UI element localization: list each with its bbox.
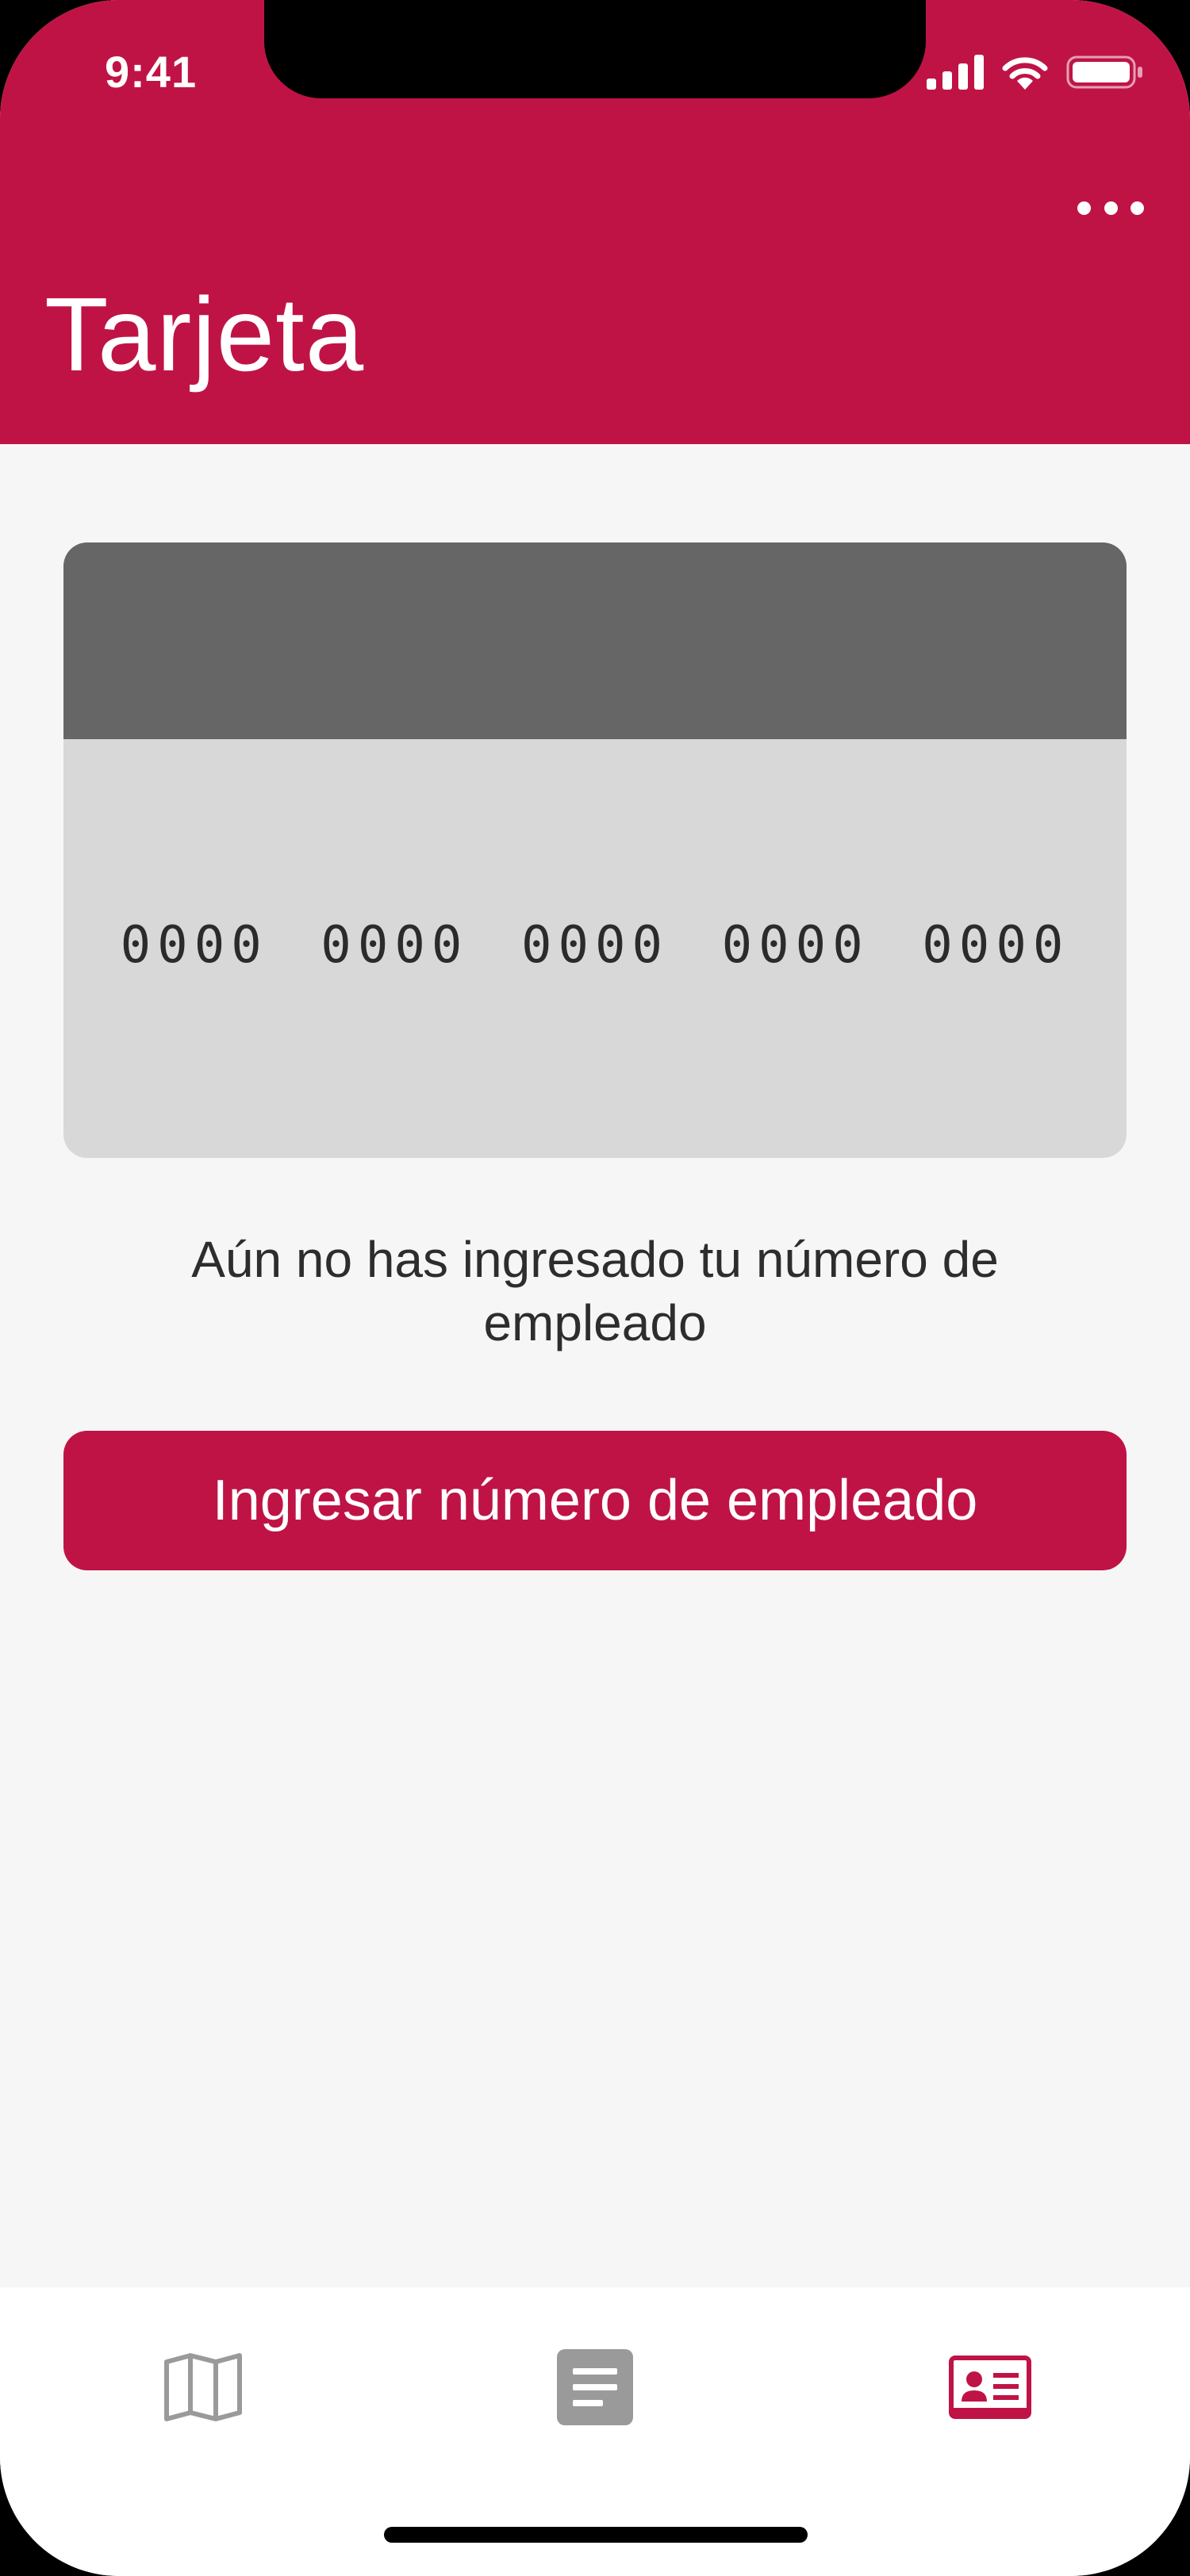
id-card-icon [949,2356,1031,2419]
phone-screen: 9:41 Tarjeta 0000 0000 0000 0000 0000 Aú… [0,0,1190,2576]
tab-card[interactable] [942,2340,1038,2435]
home-indicator[interactable] [384,2527,808,2543]
tab-map[interactable] [155,2340,251,2435]
tab-documents[interactable] [547,2340,643,2435]
enter-employee-number-button[interactable]: Ingresar número de empleado [63,1431,1127,1570]
notch [264,0,926,98]
empty-state-message: Aún no has ingresado tu número de emplea… [191,1231,999,1351]
more-options-button[interactable] [1077,190,1144,225]
employee-card: 0000 0000 0000 0000 0000 [63,542,1127,1158]
status-icons [927,52,1144,92]
card-stripe [63,542,1127,739]
more-horizontal-icon [1130,201,1144,215]
card-number: 0000 0000 0000 0000 0000 [120,916,1070,975]
header: 9:41 Tarjeta [0,0,1190,444]
battery-icon [1066,56,1142,89]
more-horizontal-icon [1077,201,1091,215]
cellular-signal-icon [927,55,984,90]
status-time: 9:41 [105,47,198,97]
document-icon [557,2349,633,2425]
page-title: Tarjeta [44,276,365,393]
more-horizontal-icon [1104,201,1118,215]
map-icon [164,2353,242,2421]
wifi-icon [1002,57,1048,90]
